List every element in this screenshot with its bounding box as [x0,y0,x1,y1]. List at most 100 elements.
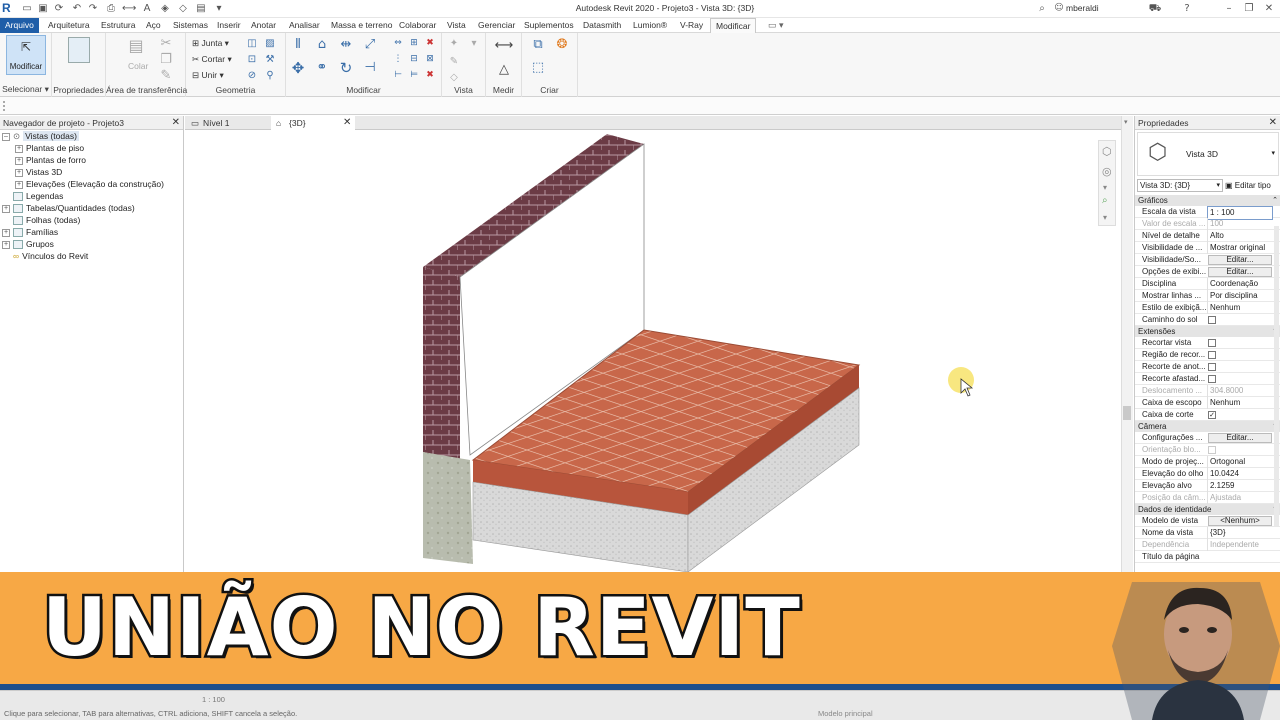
sync-icon[interactable]: ⟳ [52,2,66,15]
zoom-icon[interactable]: ⌕ [1102,195,1108,206]
active-workset[interactable]: Modelo principal [818,709,873,718]
tab-collaborate[interactable]: Colaborar [399,18,436,33]
override-icon[interactable]: ▾ [464,35,484,53]
tree-item-legends[interactable]: Legendas [2,190,63,202]
measure-icon[interactable]: ⟷ [122,2,136,15]
lightbulb-icon[interactable]: ✦ [444,35,464,53]
section-icon[interactable]: ◇ [176,2,190,15]
help-icon[interactable]: ? [1180,2,1194,15]
cut-geometry-button[interactable]: ✂ Cortar ▾ [192,54,232,65]
tree-item-groups[interactable]: + Grupos [2,238,54,250]
tab-analyze[interactable]: Analisar [289,18,320,33]
prop-row-parts-visibility[interactable]: Visibilidade de ... Mostrar original [1135,242,1280,254]
tab-annotate[interactable]: Anotar [251,18,276,33]
search-icon[interactable]: ⌕ [1035,2,1049,15]
unite-button[interactable]: ⊟ Unir ▾ [192,70,224,81]
type-dropdown-icon[interactable]: ▾ [1271,149,1275,157]
prop-row-detail-level[interactable]: Nível de detalhe Alto [1135,230,1280,242]
tree-item-revit-links[interactable]: ∞ Vínculos do Revit [2,250,88,262]
edit-visibility-button[interactable]: Editar... [1208,255,1272,265]
mirror-axis-icon[interactable]: ⇹ [336,36,356,54]
pick-icon[interactable]: ⚲ [260,67,280,85]
remove-paint-icon[interactable]: ⊘ [242,67,262,85]
expand-icon[interactable]: + [2,228,10,237]
offset-icon[interactable]: ⌂ [312,36,332,54]
prop-row-view-name[interactable]: Nome da vista {3D} [1135,527,1280,539]
dimension-icon[interactable]: △ [494,61,514,79]
tree-item-elevations[interactable]: + Elevações (Elevação da construção) [15,178,164,190]
scrollbar-thumb[interactable] [1123,406,1131,420]
tab-level-1[interactable]: ▭ Nível 1 [185,116,271,130]
close-hidden-icon[interactable]: ▤ [194,2,208,15]
tree-item-ceiling-plans[interactable]: + Plantas de forro [15,154,86,166]
tab-steel[interactable]: Aço [146,18,161,33]
undo-icon[interactable]: ↶ [70,2,84,15]
print-icon[interactable]: ⎙ [104,2,118,15]
section-graphics[interactable]: Gráficos ⌃ [1135,195,1280,206]
properties-scrollbar[interactable] [1274,226,1279,526]
prop-row-display-style[interactable]: Estilo de exibiçã... Nenhum [1135,302,1280,314]
section-box-checkbox[interactable]: ✓ [1208,411,1216,419]
selector-dropdown-icon[interactable]: ▾ [1216,180,1220,191]
expand-icon[interactable]: + [15,156,23,165]
join-button[interactable]: ⊞ Junta ▾ [192,38,229,49]
crop-view-checkbox[interactable] [1208,339,1216,347]
tag-icon[interactable]: A [140,2,154,15]
minimize-icon[interactable]: – [1222,2,1236,15]
tab-datasmith[interactable]: Datasmith [583,18,621,33]
close-icon[interactable]: ✕ [1262,2,1276,15]
tree-item-3d-views[interactable]: + Vistas 3D [15,166,62,178]
collapse-icon[interactable]: – [2,132,10,141]
section-identity-data[interactable]: Dados de identidade⌃ [1135,504,1280,515]
contextual-tab-icon[interactable]: ▭ ▾ [768,18,784,33]
tab-architecture[interactable]: Arquitetura [48,18,90,33]
prop-row-target-elevation[interactable]: Elevação alvo 2.1259 [1135,480,1280,492]
steering-wheel-icon[interactable]: ◎ [1102,165,1112,178]
expand-icon[interactable]: + [2,204,10,213]
create-group-icon[interactable]: ⬚ [528,59,548,77]
prop-row-title-on-sheet[interactable]: Título da página [1135,551,1280,563]
delete-icon[interactable]: ✖ [420,66,440,84]
tab-vray[interactable]: V-Ray [680,18,703,33]
tab-manage[interactable]: Gerenciar [478,18,515,33]
mirror-draw-icon[interactable]: ⤢ [360,36,380,54]
tree-item-sheets[interactable]: Folhas (todas) [2,214,80,226]
expand-icon[interactable]: + [15,168,23,177]
annotation-crop-checkbox[interactable] [1208,363,1216,371]
edit-type-button[interactable]: ▣ Editar tipo [1225,179,1271,192]
close-tab-icon[interactable]: ✕ [343,116,351,130]
type-selector[interactable]: ⬡ Vista 3D ▾ [1137,132,1279,176]
cart-icon[interactable]: ⛟ [1148,2,1162,15]
match-icon[interactable]: ✎ [156,67,176,85]
select-group-label[interactable]: Selecionar ▾ [0,84,51,95]
close-browser-icon[interactable]: ✕ [172,116,180,130]
restore-icon[interactable]: ❐ [1242,2,1256,15]
open-icon[interactable]: ▭ [20,2,34,15]
section-extents[interactable]: Extensões⌃ [1135,326,1280,337]
3d-viewport[interactable]: ⬡ ◎ ▾ ⌕ ▾ [185,130,1121,573]
instance-selector[interactable]: Vista 3D: {3D} ▾ [1137,179,1223,192]
prop-row-projection-mode[interactable]: Modo de projeç... Ortogonal [1135,456,1280,468]
create-assembly-icon[interactable]: ⧉ [528,36,548,54]
create-parts-icon[interactable]: ❂ [552,36,572,54]
sun-path-checkbox[interactable] [1208,316,1216,324]
modify-button[interactable]: ⇱ Modificar [6,35,46,75]
viewcube-icon[interactable]: ⬡ [1102,145,1112,158]
user-name[interactable]: mberaldi [1066,3,1099,13]
tab-insert[interactable]: Inserir [217,18,241,33]
view-scale-indicator[interactable]: 1 : 100 [202,695,225,704]
properties-icon[interactable] [68,37,90,63]
copy-element-icon[interactable]: ⚭ [312,59,332,77]
tab-massing[interactable]: Massa e terreno [331,18,392,33]
tab-view[interactable]: Vista [447,18,466,33]
tree-item-floor-plans[interactable]: + Plantas de piso [15,142,84,154]
rotate-icon[interactable]: ↻ [336,59,356,77]
tree-item-schedules[interactable]: + Tabelas/Quantidades (todas) [2,202,135,214]
measure-distance-icon[interactable]: ⟷ [494,37,514,55]
tab-systems[interactable]: Sistemas [173,18,208,33]
3d-view-icon[interactable]: ◈ [158,2,172,15]
edit-render-settings-button[interactable]: Editar... [1208,433,1272,443]
tab-structure[interactable]: Estrutura [101,18,136,33]
prop-row-discipline[interactable]: Disciplina Coordenação [1135,278,1280,290]
revit-logo-icon[interactable]: R [2,2,14,15]
